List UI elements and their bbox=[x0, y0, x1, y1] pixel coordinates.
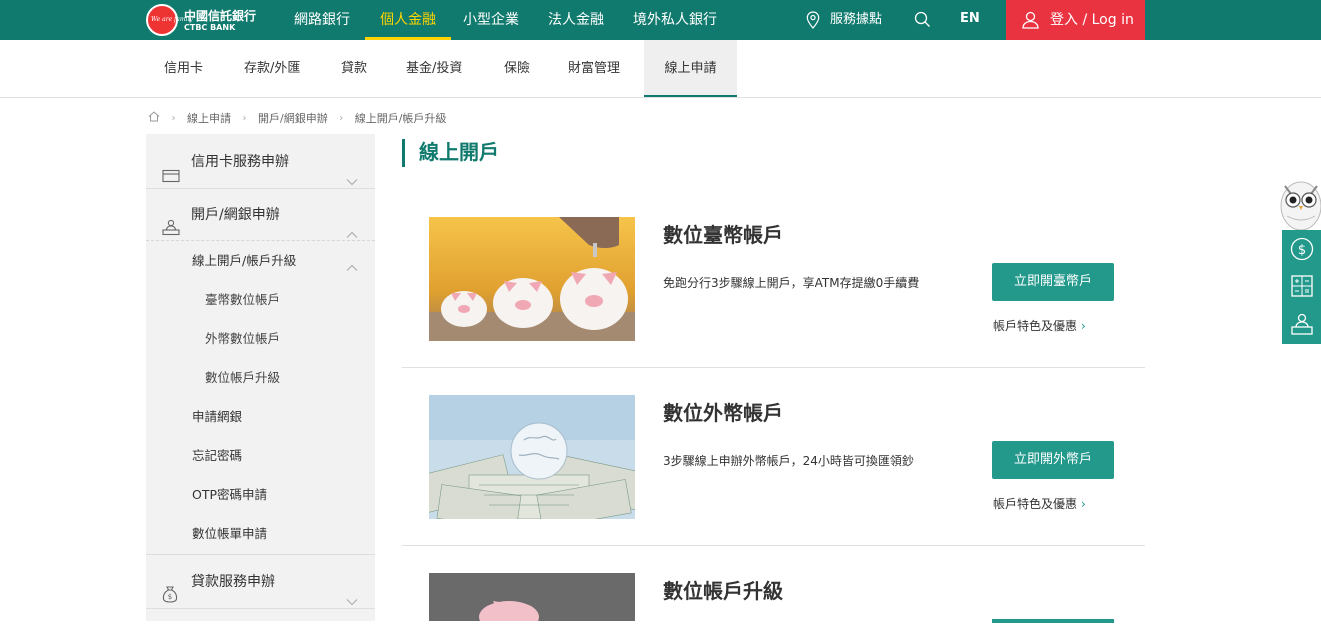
nav-personal-banking[interactable]: 個人金融 bbox=[365, 0, 451, 40]
top-bar: We are family 中國信託銀行 CTBC BANK 網路銀行 個人金融… bbox=[0, 0, 1321, 40]
product-card-twd: 數位臺幣帳戶 免跑分行3步驟線上開戶，享ATM存提繳0手續費 立即開臺幣戶 帳戶… bbox=[402, 217, 1145, 368]
user-icon bbox=[1022, 11, 1039, 29]
sidebar-section: 信用卡服務申辦 bbox=[146, 134, 375, 189]
breadcrumb-current: 線上開戶/帳戶升級 bbox=[354, 112, 447, 125]
nav-corporate-banking[interactable]: 法人金融 bbox=[548, 0, 604, 40]
logo-chinese-name: 中國信託銀行 bbox=[184, 9, 257, 23]
page-title: 線上開戶 bbox=[402, 139, 499, 167]
card-button-partial[interactable] bbox=[992, 619, 1114, 623]
counter-person-icon bbox=[162, 206, 180, 258]
card-title: 數位臺幣帳戶 bbox=[663, 223, 783, 247]
nav-small-business[interactable]: 小型企業 bbox=[463, 0, 519, 40]
breadcrumb: › 線上申請 › 開戶/網銀申辦 › 線上開戶/帳戶升級 bbox=[148, 110, 446, 126]
subnav-insurance[interactable]: 保險 bbox=[504, 40, 530, 97]
open-twd-account-button[interactable]: 立即開臺幣戶 bbox=[992, 263, 1114, 301]
product-card-upgrade: 數位帳戶升級 bbox=[402, 573, 1145, 623]
card-description: 3步驟線上申辦外幣帳戶，24小時皆可換匯領鈔 bbox=[663, 454, 914, 468]
subnav-funds-investment[interactable]: 基金/投資 bbox=[406, 40, 462, 97]
breadcrumb-item[interactable]: 開戶/網銀申辦 bbox=[258, 110, 328, 126]
sidebar-item-loan-services[interactable]: $ 貸款服務申辦 bbox=[146, 556, 375, 608]
svg-text:$: $ bbox=[168, 593, 172, 601]
card-description: 免跑分行3步驟線上開戶，享ATM存提繳0手續費 bbox=[663, 276, 920, 290]
sidebar-subitem-online-account[interactable]: 線上開戶/帳戶升級 bbox=[192, 251, 296, 271]
account-features-link[interactable]: 帳戶特色及優惠 › bbox=[993, 495, 1086, 512]
search-icon[interactable] bbox=[914, 11, 931, 32]
sidebar-subsubitem-account-upgrade[interactable]: 數位帳戶升級 bbox=[205, 368, 280, 388]
money-bag-icon: $ bbox=[162, 573, 178, 625]
card-title: 數位外幣帳戶 bbox=[663, 401, 783, 425]
sidebar-subitem-apply-ebanking[interactable]: 申請網銀 bbox=[192, 407, 242, 427]
subnav-credit-card[interactable]: 信用卡 bbox=[164, 40, 203, 97]
ctbc-logo[interactable]: We are family 中國信託銀行 CTBC BANK bbox=[146, 4, 266, 36]
sub-navigation: 信用卡 存款/外匯 貸款 基金/投資 保險 財富管理 線上申請 bbox=[0, 40, 1321, 98]
home-icon[interactable] bbox=[148, 111, 160, 125]
sidebar-section: $ 貸款服務申辦 bbox=[146, 555, 375, 609]
service-points-link[interactable]: 服務據點 bbox=[806, 0, 882, 40]
sidebar-item-label: 信用卡服務申辦 bbox=[191, 154, 289, 170]
floating-toolbar: $ bbox=[1282, 230, 1321, 344]
chevron-right-icon: › bbox=[242, 112, 247, 124]
service-points-label: 服務據點 bbox=[830, 12, 883, 27]
logo-emblem-icon: We are family bbox=[146, 4, 193, 36]
sidebar-section-expanded: 開戶/網銀申辦 線上開戶/帳戶升級 臺幣數位帳戶 外幣數位帳戶 數位帳戶升級 申… bbox=[146, 189, 375, 555]
sidebar-subitem-forgot-password[interactable]: 忘記密碼 bbox=[192, 446, 242, 466]
product-card-fx: 數位外幣帳戶 3步驟線上申辦外幣帳戶，24小時皆可換匯領鈔 立即開外幣戶 帳戶特… bbox=[402, 395, 1145, 546]
logo-english-name: CTBC BANK bbox=[184, 23, 236, 32]
chevron-right-icon: › bbox=[1081, 497, 1086, 511]
open-fx-account-button[interactable]: 立即開外幣戶 bbox=[992, 441, 1114, 479]
chevron-right-icon: › bbox=[339, 112, 344, 124]
breadcrumb-item[interactable]: 線上申請 bbox=[187, 110, 231, 126]
language-switch-en[interactable]: EN bbox=[960, 0, 980, 38]
subnav-online-application[interactable]: 線上申請 bbox=[644, 40, 737, 97]
location-pin-icon bbox=[806, 10, 820, 29]
calculator-icon[interactable] bbox=[1290, 274, 1314, 298]
subnav-deposit-fx[interactable]: 存款/外匯 bbox=[244, 40, 300, 97]
card-title: 數位帳戶升級 bbox=[663, 579, 783, 603]
piggy-bank-image bbox=[429, 573, 635, 621]
sidebar-subitem-e-statement[interactable]: 數位帳單申請 bbox=[192, 524, 267, 544]
sidebar-item-label: 開戶/網銀申辦 bbox=[191, 207, 280, 223]
sidebar-item-account-opening[interactable]: 開戶/網銀申辦 bbox=[146, 189, 375, 241]
chevron-up-icon bbox=[346, 209, 358, 261]
sidebar-subitem-otp-application[interactable]: OTP密碼申請 bbox=[192, 485, 267, 505]
sidebar-item-credit-card-services[interactable]: 信用卡服務申辦 bbox=[146, 136, 375, 188]
chevron-right-icon: › bbox=[171, 112, 176, 124]
link-label: 帳戶特色及優惠 bbox=[993, 319, 1078, 333]
counter-service-icon[interactable] bbox=[1290, 312, 1314, 336]
globe-banknotes-image bbox=[429, 395, 635, 519]
link-label: 帳戶特色及優惠 bbox=[993, 497, 1078, 511]
svg-text:$: $ bbox=[1298, 243, 1306, 258]
account-features-link[interactable]: 帳戶特色及優惠 › bbox=[993, 317, 1086, 334]
login-button[interactable]: 登入 / Log in bbox=[1006, 0, 1145, 40]
sidebar-item-label: 貸款服務申辦 bbox=[191, 574, 275, 590]
chevron-down-icon bbox=[346, 576, 358, 628]
subnav-wealth-management[interactable]: 財富管理 bbox=[568, 40, 620, 97]
nav-online-banking[interactable]: 網路銀行 bbox=[294, 0, 350, 40]
subnav-loans[interactable]: 貸款 bbox=[341, 40, 367, 97]
chevron-up-icon bbox=[346, 257, 358, 276]
owl-mascot-icon[interactable] bbox=[1277, 172, 1321, 232]
sidebar-subsubitem-twd-account[interactable]: 臺幣數位帳戶 bbox=[205, 290, 280, 310]
chevron-right-icon: › bbox=[1081, 319, 1086, 333]
piggy-banks-image bbox=[429, 217, 635, 341]
login-label: 登入 / Log in bbox=[1050, 12, 1134, 28]
sidebar: 信用卡服務申辦 開戶/網銀申辦 線上開戶/帳戶升級 臺幣數位帳戶 外幣數位帳戶 … bbox=[146, 134, 375, 621]
dollar-coin-icon[interactable]: $ bbox=[1290, 237, 1314, 261]
sidebar-subsubitem-fx-account[interactable]: 外幣數位帳戶 bbox=[205, 329, 280, 349]
nav-offshore-private-banking[interactable]: 境外私人銀行 bbox=[633, 0, 717, 40]
